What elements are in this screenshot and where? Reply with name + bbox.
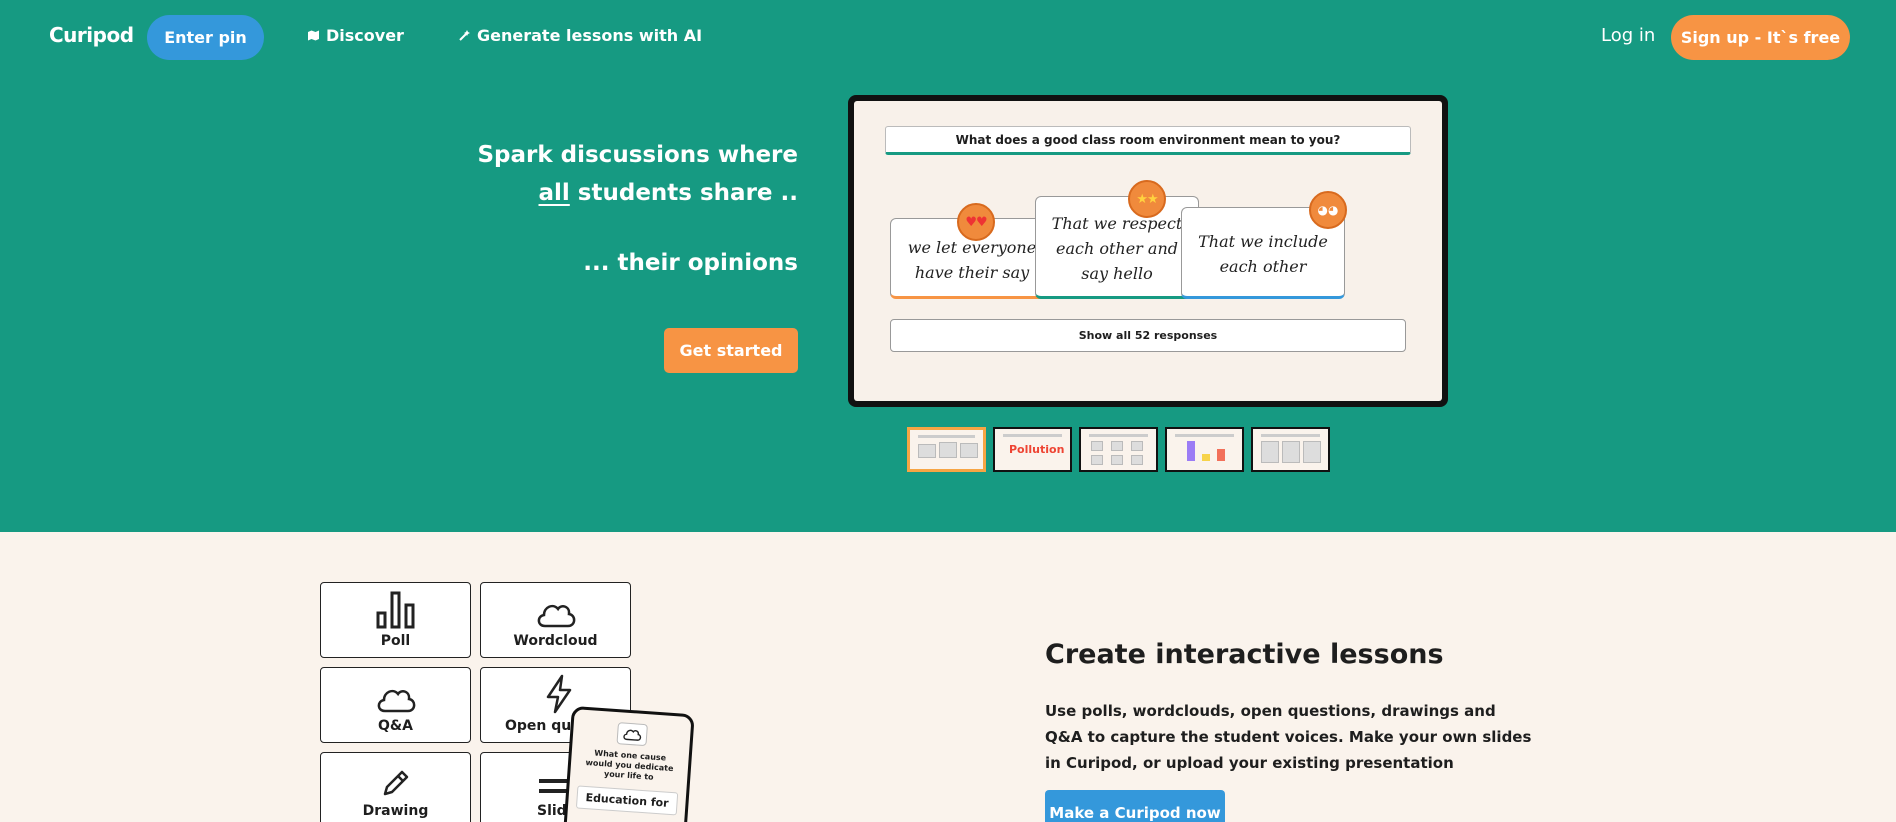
- headline-line-1: Spark discussions where: [477, 142, 798, 168]
- lesson-preview-screen: What does a good class room environment …: [848, 95, 1448, 407]
- section-title: Create interactive lessons: [1045, 639, 1444, 670]
- pencil-icon: [383, 770, 408, 796]
- top-nav: Curipod Enter pin Discover Generate less…: [0, 0, 1896, 76]
- phone-mockup: What one cause would you dedicate your l…: [562, 705, 695, 822]
- response-text: That we respect each other and say hello: [1051, 214, 1183, 283]
- discover-label: Discover: [326, 26, 404, 45]
- get-started-button[interactable]: Get started: [664, 328, 798, 373]
- tile-label: Q&A: [378, 718, 413, 734]
- preview-question: What does a good class room environment …: [885, 126, 1411, 155]
- poll-tile[interactable]: Poll: [320, 582, 471, 658]
- cloud-icon: [537, 604, 575, 628]
- show-all-responses-button[interactable]: Show all 52 responses: [890, 319, 1406, 352]
- slide-thumbnail[interactable]: [1079, 427, 1158, 472]
- section-description: Use polls, wordclouds, open questions, d…: [1045, 702, 1532, 772]
- thumbnail-title: Pollution: [1009, 443, 1065, 456]
- hero-section: Curipod Enter pin Discover Generate less…: [0, 0, 1896, 532]
- response-card: That we respect each other and say hello: [1035, 196, 1199, 299]
- enter-pin-button[interactable]: Enter pin: [147, 15, 264, 60]
- response-text: we let everyone have their say: [907, 237, 1037, 282]
- hero-headline: Spark discussions where all students sha…: [477, 136, 798, 212]
- tile-label: Drawing: [362, 803, 429, 819]
- make-curipod-button[interactable]: Make a Curipod now: [1045, 790, 1225, 822]
- cloud-icon: [615, 722, 648, 747]
- slide-thumbnail[interactable]: [907, 427, 986, 472]
- bar-chart-icon: [376, 591, 414, 629]
- heart-eyes-emoji-icon: ♥♥: [957, 203, 995, 241]
- wordcloud-tile[interactable]: Wordcloud: [480, 582, 631, 658]
- phone-answer: Education for: [575, 785, 679, 816]
- slide-thumbnail[interactable]: [1251, 427, 1330, 472]
- magic-wand-icon: [459, 30, 470, 41]
- cute-emoji-icon: ◕◕: [1309, 191, 1347, 229]
- slide-thumbnail[interactable]: [1165, 427, 1244, 472]
- slide-thumbnails: Pollution: [907, 427, 1330, 472]
- lightning-icon: [546, 674, 572, 714]
- phone-question: What one cause would you dedicate your l…: [585, 748, 674, 782]
- headline-underlined-word: all: [538, 180, 570, 206]
- drawing-tile[interactable]: Drawing: [320, 752, 471, 822]
- login-link[interactable]: Log in: [1601, 25, 1655, 46]
- tile-label: Poll: [380, 633, 411, 649]
- tile-label: Wordcloud: [513, 633, 598, 649]
- slide-thumbnail[interactable]: Pollution: [993, 427, 1072, 472]
- generate-label: Generate lessons with AI: [477, 26, 703, 45]
- signup-button[interactable]: Sign up - It`s free: [1671, 15, 1850, 60]
- generate-link[interactable]: Generate lessons with AI: [458, 26, 702, 45]
- discover-link[interactable]: Discover: [307, 26, 404, 45]
- headline-line-2: all students share ..: [477, 174, 799, 212]
- headline-line-3: ... their opinions: [583, 250, 798, 276]
- curipod-logo[interactable]: Curipod: [49, 23, 134, 47]
- star-eyes-emoji-icon: ★★: [1128, 180, 1166, 218]
- cloud-icon: [377, 689, 415, 713]
- response-text: That we include each other: [1198, 232, 1328, 276]
- qa-tile[interactable]: Q&A: [320, 667, 471, 743]
- map-icon: [308, 30, 319, 41]
- headline-line-2-rest: students share ..: [569, 180, 798, 206]
- preview-slide: What does a good class room environment …: [854, 101, 1442, 401]
